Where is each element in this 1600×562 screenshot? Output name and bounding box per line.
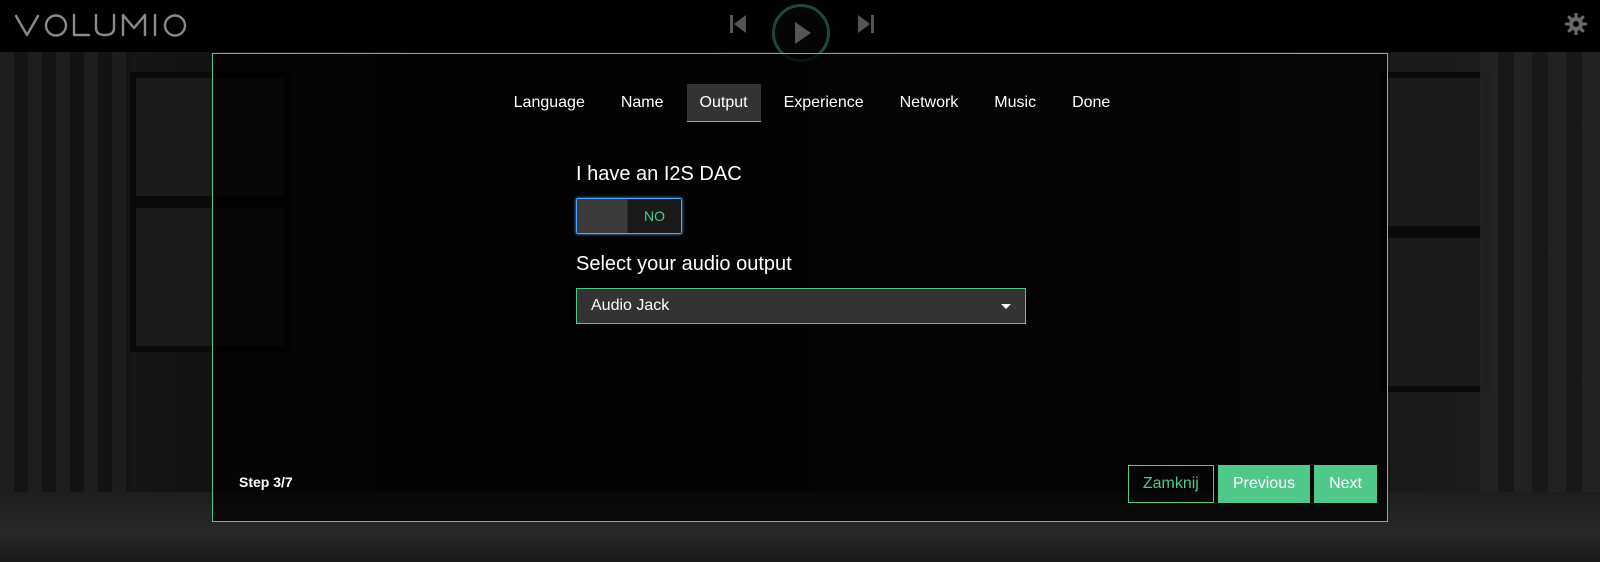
audio-output-select[interactable]: Audio Jack xyxy=(576,288,1026,324)
settings-button[interactable] xyxy=(1564,12,1588,36)
volumio-logo-icon xyxy=(14,13,187,37)
skip-forward-icon xyxy=(858,15,874,33)
i2s-dac-toggle[interactable]: NO xyxy=(576,198,682,234)
audio-output-selected-value: Audio Jack xyxy=(591,297,670,314)
background-window xyxy=(1380,232,1490,392)
background-window xyxy=(1380,72,1490,232)
close-button[interactable]: Zamknij xyxy=(1127,465,1214,503)
setup-wizard-modal: Language Name Output Experience Network … xyxy=(212,53,1388,522)
toggle-knob xyxy=(577,199,629,233)
background-curtain-right xyxy=(1480,52,1600,562)
wizard-footer-buttons: Zamknij Previous Next xyxy=(1127,465,1377,503)
tab-experience[interactable]: Experience xyxy=(771,84,877,122)
play-icon xyxy=(795,22,811,44)
tab-language[interactable]: Language xyxy=(501,84,598,122)
wizard-tabs: Language Name Output Experience Network … xyxy=(213,84,1387,122)
next-button[interactable]: Next xyxy=(1314,465,1377,503)
background-curtain-left xyxy=(0,52,130,562)
tab-network[interactable]: Network xyxy=(887,84,972,122)
tab-music[interactable]: Music xyxy=(981,84,1049,122)
caret-down-icon xyxy=(1001,303,1011,309)
i2s-dac-label: I have an I2S DAC xyxy=(576,163,742,185)
volumio-logo[interactable] xyxy=(14,8,190,42)
skip-back-icon xyxy=(730,15,746,33)
audio-output-label: Select your audio output xyxy=(576,253,792,275)
step-indicator: Step 3/7 xyxy=(239,474,293,490)
output-step-content: I have an I2S DAC NO Select your audio o… xyxy=(576,162,1026,324)
tab-done[interactable]: Done xyxy=(1059,84,1123,122)
top-bar xyxy=(0,0,1600,62)
toggle-state-label: NO xyxy=(628,199,681,233)
previous-button[interactable]: Previous xyxy=(1217,465,1311,503)
tab-name[interactable]: Name xyxy=(608,84,677,122)
tab-output[interactable]: Output xyxy=(686,84,761,122)
prev-track-button[interactable] xyxy=(728,12,750,36)
gear-icon xyxy=(1565,13,1587,35)
next-track-button[interactable] xyxy=(854,12,876,36)
